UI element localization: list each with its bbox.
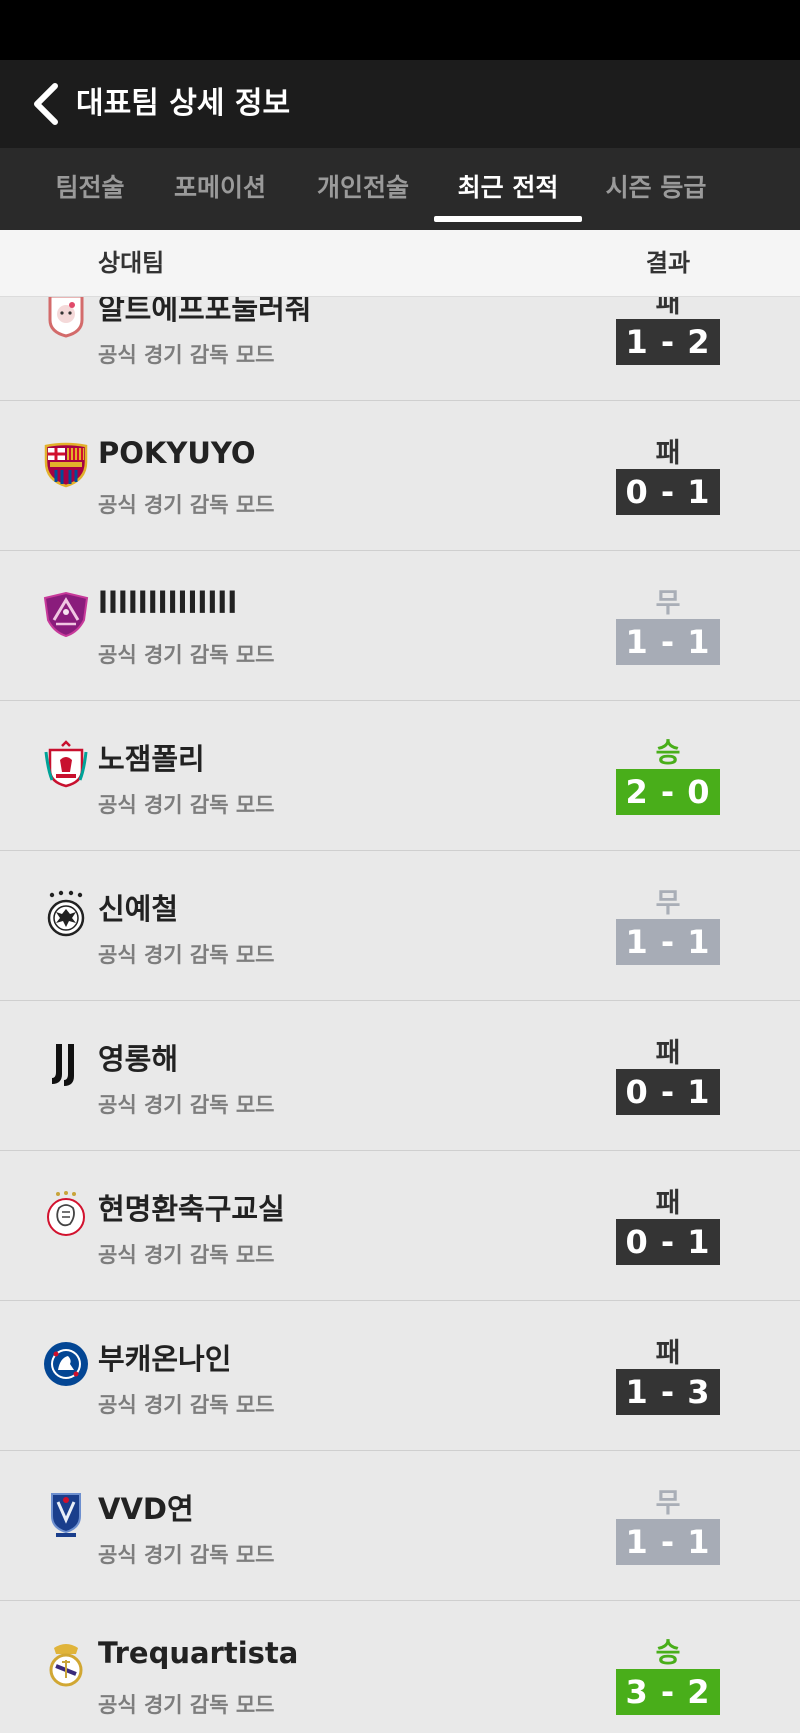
score-badge: 1 - 3 xyxy=(616,1369,720,1415)
match-row[interactable]: 노잼폴리 공식 경기 감독 모드 승 2 - 0 xyxy=(0,701,800,851)
korea-kfa-crest-icon xyxy=(42,1490,90,1538)
opponent-team-name: llllllllllllll xyxy=(98,586,238,620)
tab-bar: 팀전술 포메이션 개인전술 최근 전적 시즌 등급 xyxy=(0,148,800,230)
result-label: 패 xyxy=(655,438,681,469)
match-mode: 공식 경기 감독 모드 xyxy=(98,643,275,667)
real-madrid-crest-icon xyxy=(42,1640,90,1688)
match-row[interactable]: POKYUYO 공식 경기 감독 모드 패 0 - 1 xyxy=(0,401,800,551)
match-mode: 공식 경기 감독 모드 xyxy=(98,793,275,817)
match-row[interactable]: 신예철 공식 경기 감독 모드 무 1 - 1 xyxy=(0,851,800,1001)
match-mode: 공식 경기 감독 모드 xyxy=(98,1693,275,1717)
match-mode: 공식 경기 감독 모드 xyxy=(98,943,275,967)
match-row[interactable]: 현명환축구교실 공식 경기 감독 모드 패 0 - 1 xyxy=(0,1151,800,1301)
fc-barcelona-crest-icon xyxy=(42,440,90,488)
chevron-left-icon xyxy=(34,83,58,125)
match-row[interactable]: 영롱해 공식 경기 감독 모드 패 0 - 1 xyxy=(0,1001,800,1151)
result-label: 패 xyxy=(655,1338,681,1369)
match-list[interactable]: 알트에프포눌러줘 공식 경기 감독 모드 패 1 - 2 POKYUYO 공식 … xyxy=(0,251,800,1733)
opponent-team-name: 영롱해 xyxy=(98,1042,179,1076)
page-title: 대표팀 상세 정보 xyxy=(76,86,291,121)
match-row[interactable]: Trequartista 공식 경기 감독 모드 승 3 - 2 xyxy=(0,1601,800,1733)
result-label: 승 xyxy=(655,1638,681,1669)
match-mode: 공식 경기 감독 모드 xyxy=(98,493,275,517)
match-row[interactable]: VVD연 공식 경기 감독 모드 무 1 - 1 xyxy=(0,1451,800,1601)
score-badge: 1 - 1 xyxy=(616,1519,720,1565)
active-tab-indicator xyxy=(434,216,582,222)
match-mode: 공식 경기 감독 모드 xyxy=(98,1393,275,1417)
match-mode: 공식 경기 감독 모드 xyxy=(98,343,275,367)
germany-crest-icon xyxy=(42,890,90,938)
ajax-crest-icon xyxy=(42,1190,90,1238)
opponent-team-name: 신예철 xyxy=(98,892,179,926)
tab-team-tactics[interactable]: 팀전술 xyxy=(38,148,142,230)
opponent-team-name: 부캐온나인 xyxy=(98,1342,232,1376)
opponent-team-name: 현명환축구교실 xyxy=(98,1192,285,1226)
liverpool-crest-icon xyxy=(42,740,90,788)
opponent-team-name: 노잼폴리 xyxy=(98,742,205,776)
score-badge: 1 - 1 xyxy=(616,619,720,665)
score-badge: 2 - 0 xyxy=(616,769,720,815)
tab-formation[interactable]: 포메이션 xyxy=(160,148,280,230)
tab-individual-tactics[interactable]: 개인전술 xyxy=(302,148,424,230)
result-label: 무 xyxy=(655,1488,681,1519)
status-bar xyxy=(0,0,800,60)
score-badge: 0 - 1 xyxy=(616,469,720,515)
juventus-crest-icon xyxy=(42,1040,90,1088)
hello-kitty-crest-icon xyxy=(42,290,90,338)
opponent-team-name: POKYUYO xyxy=(98,436,256,470)
tab-season-grade[interactable]: 시즌 등급 xyxy=(598,148,714,230)
column-header: 상대팀 결과 xyxy=(0,230,800,296)
opponent-team-name: VVD연 xyxy=(98,1492,194,1526)
back-button[interactable] xyxy=(20,78,72,130)
match-row[interactable]: 부캐온나인 공식 경기 감독 모드 패 1 - 3 xyxy=(0,1301,800,1451)
match-mode: 공식 경기 감독 모드 xyxy=(98,1243,275,1267)
result-label: 무 xyxy=(655,888,681,919)
purple-shield-crest-icon xyxy=(42,590,90,638)
match-mode: 공식 경기 감독 모드 xyxy=(98,1543,275,1567)
match-row[interactable]: llllllllllllll 공식 경기 감독 모드 무 1 - 1 xyxy=(0,551,800,701)
app-header: 대표팀 상세 정보 xyxy=(0,60,800,148)
score-badge: 1 - 2 xyxy=(616,319,720,365)
score-badge: 3 - 2 xyxy=(616,1669,720,1715)
chelsea-crest-icon xyxy=(42,1340,90,1388)
result-label: 무 xyxy=(655,588,681,619)
result-column-label: 결과 xyxy=(645,249,691,277)
opponent-column-label: 상대팀 xyxy=(98,249,165,277)
score-badge: 0 - 1 xyxy=(616,1219,720,1265)
score-badge: 0 - 1 xyxy=(616,1069,720,1115)
score-badge: 1 - 1 xyxy=(616,919,720,965)
match-mode: 공식 경기 감독 모드 xyxy=(98,1093,275,1117)
result-label: 패 xyxy=(655,1188,681,1219)
opponent-team-name: Trequartista xyxy=(98,1636,299,1670)
result-label: 승 xyxy=(655,738,681,769)
result-label: 패 xyxy=(655,1038,681,1069)
